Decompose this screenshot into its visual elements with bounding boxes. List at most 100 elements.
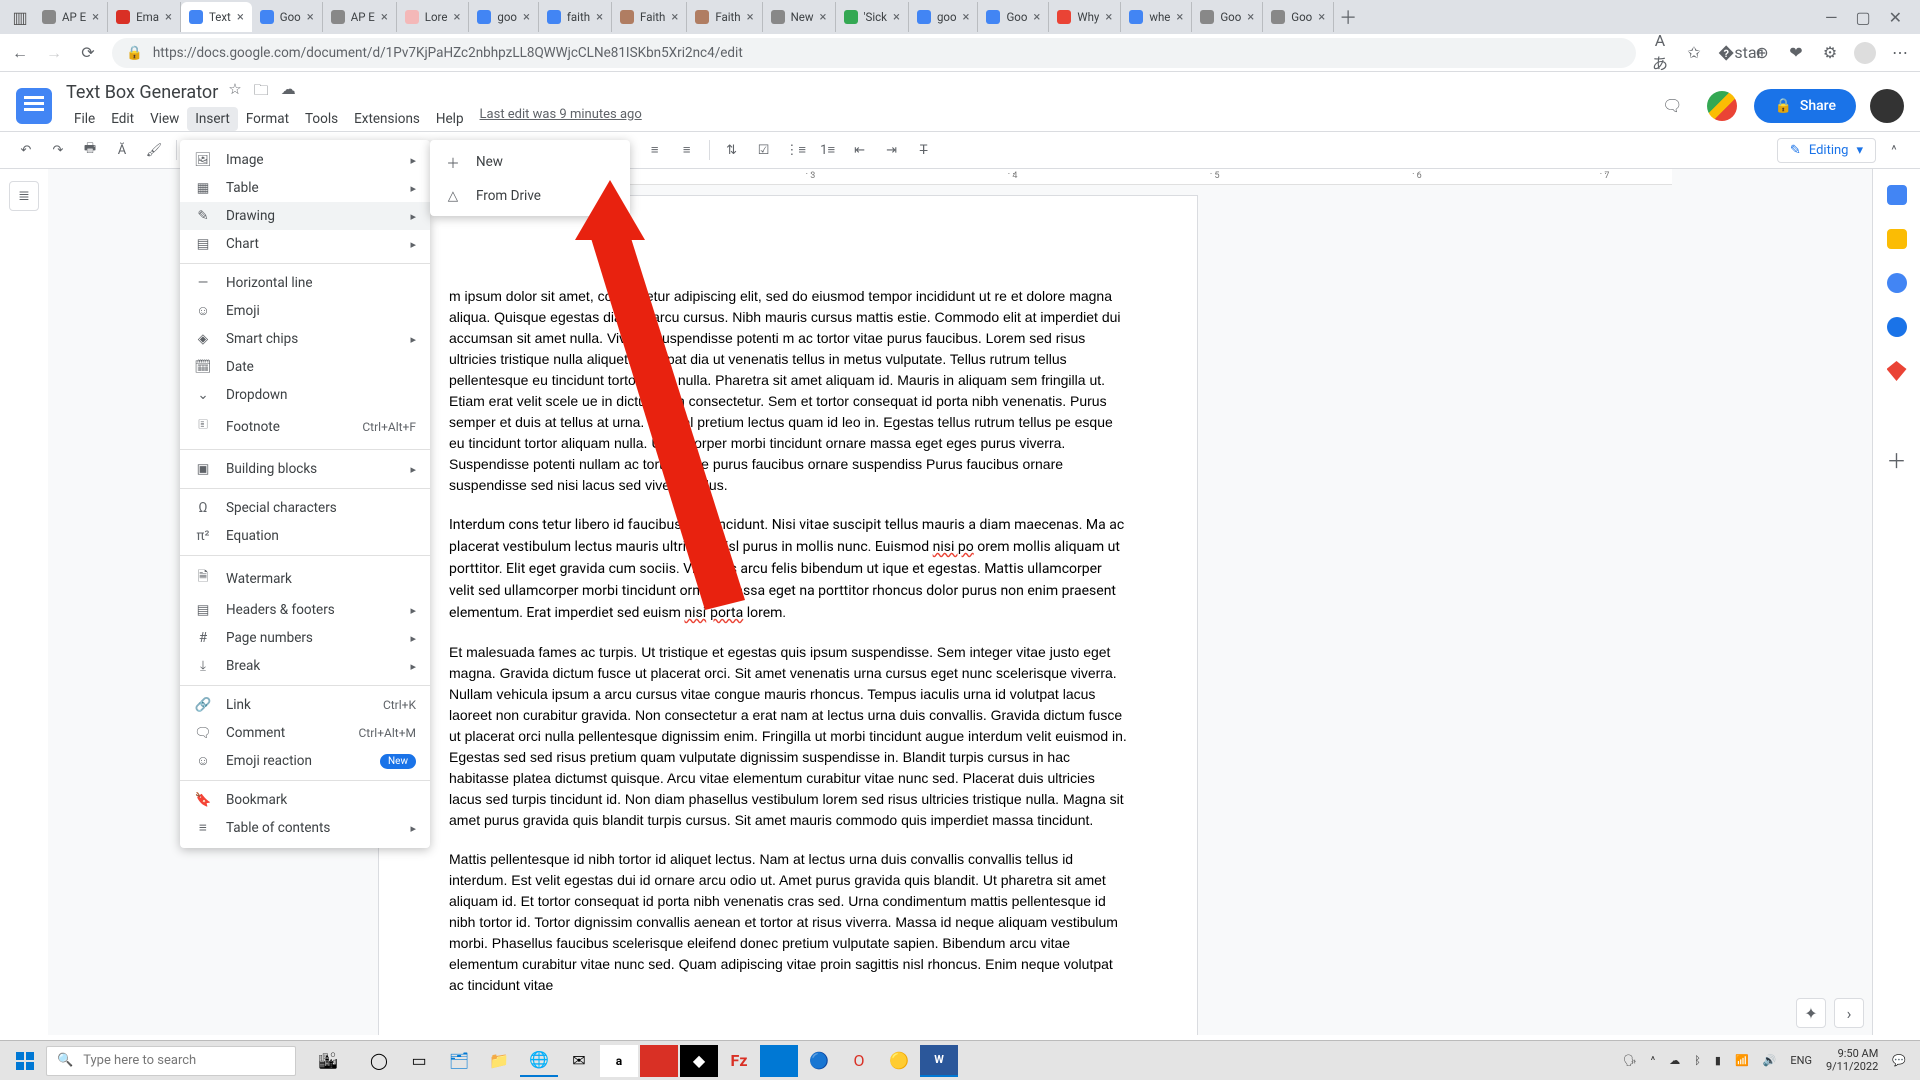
close-tab-icon[interactable]: × — [92, 10, 99, 25]
star-icon[interactable]: ☆ — [228, 80, 241, 105]
browser-tab[interactable]: Goo × — [1263, 2, 1334, 32]
keep-addon-icon[interactable] — [1887, 229, 1907, 249]
last-edit-link[interactable]: Last edit was 9 minutes ago — [480, 107, 642, 131]
read-aloud-icon[interactable]: Aあ — [1650, 31, 1670, 74]
document-outline-button[interactable]: ≣ — [9, 181, 39, 211]
maximize-button[interactable]: ▢ — [1855, 8, 1870, 27]
menu-tools[interactable]: Tools — [297, 107, 346, 131]
paragraph[interactable]: Mattis pellentesque id nibh tortor id al… — [449, 849, 1127, 996]
undo-button[interactable]: ↶ — [12, 136, 40, 164]
browser-tab[interactable]: Why × — [1049, 2, 1121, 32]
insert-menu-item-watermark[interactable]: 🗎 Watermark — [180, 561, 430, 596]
document-page[interactable]: m ipsum dolor sit amet, consectetur adip… — [378, 195, 1198, 1035]
opera-icon[interactable]: O — [840, 1045, 878, 1077]
hide-menus-button[interactable]: ^ — [1880, 136, 1908, 164]
insert-menu-item-table[interactable]: ▦ Table▸ — [180, 174, 430, 202]
document-title[interactable]: Text Box Generator — [66, 82, 218, 103]
extension-icon[interactable]: ❤ — [1786, 43, 1806, 62]
insert-menu-item-footnote[interactable]: 🗉 FootnoteCtrl+Alt+F — [180, 409, 430, 444]
menu-format[interactable]: Format — [238, 107, 297, 131]
close-tab-icon[interactable]: × — [1105, 10, 1112, 25]
collections-icon[interactable]: ⊕ — [1752, 43, 1772, 62]
new-tab-button[interactable]: ＋ — [1334, 4, 1362, 30]
browser-tab[interactable]: whe × — [1121, 2, 1192, 32]
refresh-button[interactable]: ⟳ — [78, 43, 98, 62]
checklist-button[interactable]: ☑ — [750, 136, 778, 164]
insert-menu-item-building-blocks[interactable]: ▣ Building blocks▸ — [180, 455, 430, 483]
close-tab-icon[interactable]: × — [381, 10, 388, 25]
insert-menu-item-horizontal-line[interactable]: — Horizontal line — [180, 269, 430, 297]
share-button[interactable]: 🔒 Share — [1754, 89, 1856, 123]
url-input[interactable]: 🔒 https://docs.google.com/document/d/1Pv… — [112, 38, 1636, 68]
increase-indent-button[interactable]: ⇥ — [878, 136, 906, 164]
insert-menu-item-page-numbers[interactable]: # Page numbers▸ — [180, 624, 430, 652]
bluetooth-icon[interactable]: ᛒ — [1694, 1054, 1701, 1067]
back-button[interactable]: ← — [10, 43, 30, 63]
paint-format-button[interactable]: 🖌 — [140, 136, 168, 164]
minimize-button[interactable]: — — [1825, 8, 1838, 27]
comment-history-icon[interactable]: 🗨 — [1654, 88, 1690, 124]
taskbar-app[interactable] — [760, 1045, 798, 1077]
browser-tab[interactable]: AP E × — [323, 2, 397, 32]
insert-menu-item-equation[interactable]: π² Equation — [180, 522, 430, 550]
insert-menu-item-emoji[interactable]: ☺ Emoji — [180, 297, 430, 325]
numbered-list-button[interactable]: 1≡ — [814, 136, 842, 164]
browser-tab[interactable]: Text × — [181, 2, 252, 32]
browser-tab[interactable]: Goo × — [252, 2, 323, 32]
mail-app-icon[interactable]: ✉ — [560, 1045, 598, 1077]
menu-file[interactable]: File — [66, 107, 103, 131]
browser-tab[interactable]: goo × — [909, 2, 979, 32]
side-panel-toggle[interactable]: › — [1834, 998, 1864, 1028]
insert-menu-item-dropdown[interactable]: ⌄ Dropdown — [180, 381, 430, 409]
browser-tab[interactable]: Lore × — [397, 2, 470, 32]
insert-menu-item-table-of-contents[interactable]: ≡ Table of contents▸ — [180, 814, 430, 842]
close-window-button[interactable]: ✕ — [1889, 8, 1902, 27]
insert-menu-item-image[interactable]: 🖼 Image▸ — [180, 146, 430, 174]
insert-menu-item-link[interactable]: 🔗 LinkCtrl+K — [180, 691, 430, 719]
close-tab-icon[interactable]: × — [453, 10, 460, 25]
volume-icon[interactable]: 🔊 — [1763, 1054, 1777, 1067]
taskbar-app[interactable]: 🔵 — [800, 1045, 838, 1077]
favorite-icon[interactable]: ✩ — [1684, 43, 1704, 62]
calendar-addon-icon[interactable] — [1887, 185, 1907, 205]
browser-tab[interactable]: Goo × — [978, 2, 1049, 32]
insert-menu-item-special-characters[interactable]: Ω Special characters — [180, 494, 430, 522]
redo-button[interactable]: ↷ — [44, 136, 72, 164]
docs-logo-icon[interactable] — [16, 88, 52, 124]
task-view-button[interactable]: ◯ — [360, 1045, 398, 1077]
close-tab-icon[interactable]: × — [820, 10, 827, 25]
paragraph[interactable]: m ipsum dolor sit amet, consectetur adip… — [449, 286, 1127, 496]
tray-chevron-icon[interactable]: ^ — [1651, 1054, 1656, 1067]
forward-button[interactable]: → — [44, 43, 64, 63]
tasks-addon-icon[interactable] — [1887, 273, 1907, 293]
editing-mode-button[interactable]: ✎ Editing ▾ — [1777, 138, 1876, 163]
taskbar-app[interactable]: ▭ — [400, 1045, 438, 1077]
line-spacing-button[interactable]: ⇅ — [718, 136, 746, 164]
close-tab-icon[interactable]: × — [671, 10, 678, 25]
taskbar-app[interactable] — [640, 1045, 678, 1077]
drawing-submenu-item-new[interactable]: ＋ New — [430, 144, 630, 180]
insert-menu-item-date[interactable]: 🗓 Date — [180, 353, 430, 381]
meet-now-icon[interactable]: 🗣 — [1623, 1054, 1637, 1067]
amazon-app-icon[interactable]: a — [600, 1045, 638, 1077]
cloud-status-icon[interactable]: ☁ — [281, 80, 296, 105]
get-addons-button[interactable]: ＋ — [1887, 449, 1907, 469]
close-tab-icon[interactable]: × — [963, 10, 970, 25]
paragraph[interactable]: Et malesuada fames ac turpis. Ut tristiq… — [449, 642, 1127, 831]
close-tab-icon[interactable]: × — [1318, 10, 1325, 25]
wifi-icon[interactable]: 📶 — [1735, 1054, 1749, 1067]
close-tab-icon[interactable]: × — [1247, 10, 1254, 25]
close-tab-icon[interactable]: × — [523, 10, 530, 25]
print-button[interactable]: 🖶 — [76, 136, 104, 164]
insert-menu-item-bookmark[interactable]: 🔖 Bookmark — [180, 786, 430, 814]
taskbar-app[interactable]: 🗂 — [440, 1045, 478, 1077]
spellcheck-button[interactable]: Ă — [108, 136, 136, 164]
maps-addon-icon[interactable] — [1887, 361, 1907, 381]
close-tab-icon[interactable]: × — [237, 10, 244, 25]
close-tab-icon[interactable]: × — [893, 10, 900, 25]
edge-app-icon[interactable]: 🌐 — [520, 1045, 558, 1077]
account-avatar[interactable] — [1870, 89, 1904, 123]
insert-menu-item-headers-footers[interactable]: ▤ Headers & footers▸ — [180, 596, 430, 624]
extension2-icon[interactable]: ⚙ — [1820, 43, 1840, 62]
taskbar-app[interactable]: 🟡 — [880, 1045, 918, 1077]
